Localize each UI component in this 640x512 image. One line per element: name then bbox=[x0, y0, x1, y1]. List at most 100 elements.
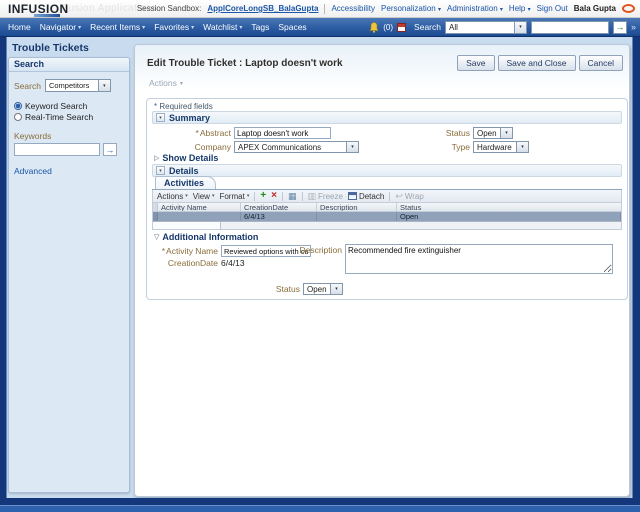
nav-home[interactable]: Home bbox=[8, 22, 31, 32]
chevron-down-icon[interactable]: ▾ bbox=[346, 142, 358, 152]
keywords-input[interactable] bbox=[14, 143, 100, 156]
sign-out-link[interactable]: Sign Out bbox=[537, 4, 568, 13]
table-horizontal-scrollbar[interactable] bbox=[152, 221, 622, 230]
detach-button[interactable]: Detach bbox=[347, 192, 384, 201]
saved-search-icon[interactable]: » bbox=[631, 22, 636, 32]
company-label: Company bbox=[194, 142, 231, 152]
chevron-down-icon[interactable]: ▾ bbox=[330, 284, 342, 294]
cell-activity-name[interactable] bbox=[158, 212, 241, 221]
column-header-activity-name[interactable]: Activity Name bbox=[158, 203, 241, 211]
calendar-icon[interactable] bbox=[397, 22, 407, 32]
details-section-header: ▾ Details bbox=[152, 164, 622, 177]
collapse-icon[interactable]: ▾ bbox=[156, 166, 165, 175]
table-view-menu[interactable]: View ▾ bbox=[193, 192, 215, 201]
creation-date-label: CreationDate bbox=[167, 258, 218, 268]
description-textarea[interactable]: Recommended fire extinguisher bbox=[345, 244, 613, 274]
global-search-input[interactable] bbox=[530, 20, 609, 34]
chevron-down-icon[interactable]: ▾ bbox=[97, 80, 110, 91]
current-user-label: Bala Gupta bbox=[573, 4, 616, 13]
window-frame-left bbox=[0, 37, 7, 512]
page-title: Edit Trouble Ticket : Laptop doesn't wor… bbox=[147, 58, 343, 69]
keyword-search-radio[interactable]: Keyword Search bbox=[14, 101, 124, 111]
required-marker: * bbox=[195, 128, 199, 138]
collapse-icon[interactable]: ▾ bbox=[156, 113, 165, 122]
table-actions-menu[interactable]: Actions ▾ bbox=[157, 192, 188, 201]
table-format-menu[interactable]: Format ▾ bbox=[219, 192, 249, 201]
chevron-down-icon: ▾ bbox=[211, 193, 215, 199]
administration-menu[interactable]: Administration ▾ bbox=[447, 4, 503, 13]
additional-information-disclosure[interactable]: ▽ Additional Information bbox=[154, 232, 258, 242]
chevron-down-icon[interactable]: ▾ bbox=[516, 142, 528, 152]
chevron-down-icon: ▾ bbox=[179, 80, 183, 87]
window-frame-right bbox=[632, 37, 640, 512]
page-actions-menu[interactable]: Actions ▾ bbox=[149, 78, 183, 88]
chevron-down-icon: ▾ bbox=[527, 7, 531, 13]
required-fields-note: * Required fields bbox=[154, 102, 213, 111]
ticket-form-region: * Required fields ▾ Summary *Abstract St… bbox=[146, 98, 628, 300]
nav-navigator[interactable]: Navigator ▾ bbox=[40, 22, 81, 32]
freeze-icon: ▥ bbox=[307, 190, 317, 201]
nav-recent-items[interactable]: Recent Items ▾ bbox=[90, 22, 145, 32]
disclosure-collapsed-icon: ▷ bbox=[154, 155, 160, 162]
session-sandbox-label: Session Sandbox: bbox=[136, 4, 202, 13]
activities-toolbar: Actions ▾ View ▾ Format ▾ + × ▦ ▥ Freeze Det… bbox=[152, 190, 622, 203]
abstract-input[interactable] bbox=[234, 127, 331, 139]
sidebar-search-label: Search bbox=[14, 80, 41, 91]
nav-watchlist[interactable]: Watchlist ▾ bbox=[203, 22, 242, 32]
chevron-down-icon[interactable]: ▾ bbox=[500, 128, 512, 138]
nav-spaces[interactable]: Spaces bbox=[278, 22, 306, 32]
nav-tags[interactable]: Tags bbox=[251, 22, 269, 32]
save-and-close-button[interactable]: Save and Close bbox=[497, 55, 576, 71]
notifications-count: (0) bbox=[383, 22, 394, 32]
chevron-down-icon[interactable]: ▾ bbox=[513, 21, 526, 33]
realtime-search-radio[interactable]: Real-Time Search bbox=[14, 112, 124, 122]
column-header-description[interactable]: Description bbox=[317, 203, 397, 211]
activity-name-label: *Activity Name bbox=[161, 246, 218, 256]
main-panel-header bbox=[135, 45, 629, 97]
toolbar-separator bbox=[282, 191, 284, 201]
oracle-logo-icon bbox=[622, 4, 635, 13]
wrap-button: ↩ Wrap bbox=[395, 190, 424, 201]
cancel-button[interactable]: Cancel bbox=[578, 55, 623, 71]
advanced-search-link[interactable]: Advanced bbox=[14, 166, 124, 176]
tab-activities[interactable]: Activities bbox=[155, 176, 217, 189]
search-sidebar-panel: Search Search Competitors ▾ Keyword Sear… bbox=[8, 57, 130, 493]
query-by-example-icon[interactable]: ▦ bbox=[288, 191, 297, 201]
session-sandbox-link[interactable]: ApplCoreLongSB_BalaGupta bbox=[207, 4, 318, 13]
logo-underline-bar bbox=[34, 14, 60, 17]
chevron-down-icon: ▾ bbox=[239, 24, 243, 31]
add-row-icon[interactable]: + bbox=[260, 191, 266, 201]
chevron-down-icon: ▾ bbox=[142, 24, 146, 31]
column-header-creation-date[interactable]: CreationDate bbox=[241, 203, 317, 211]
cell-description[interactable] bbox=[317, 212, 397, 221]
cell-creation-date[interactable]: 6/4/13 bbox=[241, 212, 317, 221]
chevron-down-icon: ▾ bbox=[499, 7, 503, 13]
accessibility-link[interactable]: Accessibility bbox=[331, 4, 375, 13]
chevron-down-icon: ▾ bbox=[246, 193, 250, 199]
notifications-bell-icon[interactable] bbox=[369, 21, 380, 33]
company-select[interactable]: APEX Communications ▾ bbox=[234, 141, 359, 153]
show-details-disclosure[interactable]: ▷ Show Details bbox=[154, 153, 218, 163]
global-search-go-button[interactable]: → bbox=[612, 20, 627, 34]
delete-row-icon[interactable]: × bbox=[271, 191, 277, 201]
sidebar-search-scope-select[interactable]: Competitors ▾ bbox=[44, 79, 111, 92]
additional-status-select[interactable]: Open ▾ bbox=[303, 283, 343, 295]
toolbar-separator bbox=[301, 191, 303, 201]
column-header-status[interactable]: Status bbox=[397, 203, 621, 211]
global-navbar: Home Navigator ▾ Recent Items ▾ Favorites ▾… bbox=[0, 18, 640, 37]
help-menu[interactable]: Help ▾ bbox=[509, 4, 531, 13]
divider bbox=[324, 3, 326, 14]
personalization-menu[interactable]: Personalization ▾ bbox=[381, 4, 441, 13]
global-search-scope-select[interactable]: All ▾ bbox=[444, 20, 527, 34]
status-select[interactable]: Open ▾ bbox=[473, 127, 513, 139]
save-button[interactable]: Save bbox=[457, 55, 495, 71]
keywords-go-button[interactable]: → bbox=[103, 143, 117, 156]
table-row-selected[interactable]: 6/4/13 Open bbox=[152, 212, 622, 221]
cell-status[interactable]: Open bbox=[397, 212, 621, 221]
type-label: Type bbox=[451, 142, 470, 152]
global-search-label: Search bbox=[414, 22, 441, 32]
scrollbar-thumb[interactable] bbox=[153, 222, 221, 229]
freeze-button: ▥ Freeze bbox=[307, 190, 343, 201]
nav-favorites[interactable]: Favorites ▾ bbox=[154, 22, 194, 32]
type-select[interactable]: Hardware ▾ bbox=[473, 141, 529, 153]
